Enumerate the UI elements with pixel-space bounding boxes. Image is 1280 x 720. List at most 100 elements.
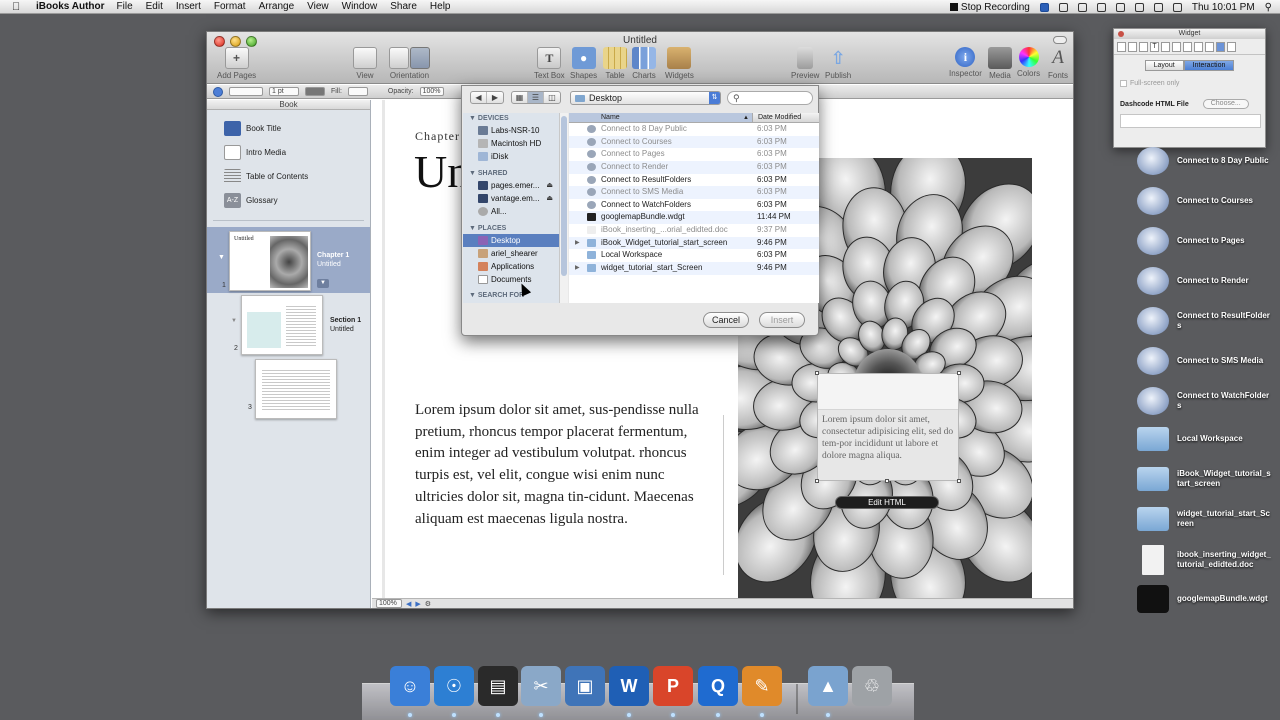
scroll-thumb[interactable]	[561, 116, 567, 276]
headphones-status-icon[interactable]	[1058, 2, 1068, 12]
tab-layout[interactable]: Layout	[1144, 60, 1184, 71]
desktop-item[interactable]: Connect to SMS Media	[1137, 347, 1277, 375]
sync-status-icon[interactable]	[1077, 2, 1087, 12]
qt-inspector-icon[interactable]	[1227, 41, 1236, 52]
desktop-item[interactable]: Connect to WatchFolders	[1137, 387, 1277, 415]
resize-handle[interactable]	[885, 479, 889, 483]
stroke-color-well[interactable]	[305, 87, 325, 96]
previous-page-icon[interactable]: ◀	[406, 600, 411, 608]
icon-view-icon[interactable]: ▦	[512, 92, 528, 103]
dashcode-file-field[interactable]	[1120, 114, 1261, 128]
name-column-header[interactable]: Name	[569, 113, 752, 123]
file-row[interactable]: Connect to SMS Media 6:03 PM	[569, 186, 819, 199]
line-style-popup[interactable]	[229, 87, 263, 96]
sidebar-device-labs[interactable]: Labs-NSR-10	[463, 124, 559, 137]
sidebar-shared-all[interactable]: All...	[463, 205, 559, 218]
dock-applications-stack-icon[interactable]: ▲	[808, 666, 848, 706]
desktop-item[interactable]: Connect to Render	[1137, 267, 1277, 295]
dock-final-cut-icon[interactable]: ▤	[478, 666, 518, 706]
layout-inspector-icon[interactable]	[1128, 41, 1137, 52]
time-machine-icon[interactable]	[1096, 2, 1106, 12]
text-box-button[interactable]: T Text Box	[534, 47, 565, 80]
zoom-popup[interactable]: 100%	[376, 599, 402, 608]
desktop-item[interactable]: Connect to 8 Day Public	[1137, 147, 1277, 175]
disclosure-triangle-icon[interactable]: ▼	[469, 115, 476, 122]
sidebar-item-table-of-contents[interactable]: Table of Contents	[207, 164, 370, 188]
dock-screenflow-icon[interactable]: ✂	[521, 666, 561, 706]
sidebar-item-glossary[interactable]: A-Z Glossary	[207, 188, 370, 212]
widget-inspector-icon[interactable]	[1216, 41, 1225, 52]
sidebar-place-documents[interactable]: Documents	[463, 273, 559, 286]
dropbox-status-icon[interactable]	[1039, 2, 1049, 12]
opacity-field[interactable]: 100%	[419, 87, 444, 96]
sidebar-scrollbar[interactable]	[559, 113, 568, 303]
table-inspector-icon[interactable]	[1183, 41, 1192, 52]
back-arrow-icon[interactable]: ◀	[471, 92, 487, 103]
dock-safari-icon[interactable]: ☉	[434, 666, 474, 706]
list-view-icon[interactable]: ☰	[528, 92, 544, 103]
file-row[interactable]: Connect to 8 Day Public 6:03 PM	[569, 123, 819, 136]
eject-icon[interactable]: ⏏	[546, 192, 553, 205]
body-text[interactable]: Lorem ipsum dolor sit amet, sus-pendisse…	[415, 400, 713, 530]
text-inspector-icon[interactable]: T	[1150, 41, 1159, 52]
dock-powerpoint-icon[interactable]: P	[653, 666, 693, 706]
shapes-button[interactable]: ● Shapes	[570, 47, 597, 80]
portrait-icon[interactable]	[389, 47, 409, 69]
search-field[interactable]: ⚲	[727, 91, 813, 105]
next-page-icon[interactable]: ▶	[415, 600, 420, 608]
menu-edit[interactable]: Edit	[146, 1, 163, 12]
desktop-item[interactable]: iBook_Widget_tutorial_start_screen	[1137, 467, 1277, 491]
close-icon[interactable]	[1118, 31, 1124, 37]
location-popup[interactable]: Desktop ⇅	[570, 91, 721, 105]
stop-recording-item[interactable]: Stop Recording	[949, 2, 1030, 13]
landscape-icon[interactable]	[410, 47, 430, 69]
file-row[interactable]: ▶ widget_tutorial_start_Screen 9:46 PM	[569, 262, 819, 275]
battery-icon[interactable]	[1172, 2, 1182, 12]
disclosure-triangle-icon[interactable]: ▶	[575, 262, 580, 275]
inspector-button[interactable]: i Inspector	[949, 47, 982, 78]
table-button[interactable]: Table	[603, 47, 627, 80]
desktop-item[interactable]: Local Workspace	[1137, 427, 1277, 451]
date-column-header[interactable]: Date Modified	[752, 113, 801, 122]
sidebar-chapter-1[interactable]: ▼ Untitled 1 Chapter 1 Untitled ▼	[207, 227, 370, 293]
widgets-button[interactable]: Widgets	[665, 47, 694, 80]
file-row[interactable]: Connect to Pages 6:03 PM	[569, 148, 819, 161]
sidebar-device-macintosh-hd[interactable]: Macintosh HD	[463, 137, 559, 150]
orientation-button[interactable]: Orientation	[389, 47, 430, 80]
cancel-button[interactable]: Cancel	[703, 312, 749, 328]
document-inspector-icon[interactable]	[1117, 41, 1126, 52]
dock-virtualbox-icon[interactable]: ▣	[565, 666, 605, 706]
desktop-item[interactable]: Connect to Pages	[1137, 227, 1277, 255]
stroke-style-icon[interactable]	[213, 86, 223, 97]
dock-ibooks-author-icon[interactable]: ✎	[742, 666, 782, 706]
eject-icon[interactable]: ⏏	[546, 179, 553, 192]
graphic-inspector-icon[interactable]	[1161, 41, 1170, 52]
dock-quicktime-icon[interactable]: Q	[698, 666, 738, 706]
file-row[interactable]: Connect to WatchFolders 6:03 PM	[569, 199, 819, 212]
sidebar-place-applications[interactable]: Applications	[463, 260, 559, 273]
menu-format[interactable]: Format	[214, 1, 246, 12]
menu-share[interactable]: Share	[390, 1, 417, 12]
menu-window[interactable]: Window	[342, 1, 378, 12]
desktop-item[interactable]: Connect to ResultFolders	[1137, 307, 1277, 335]
chapter-heading[interactable]: Chapter	[415, 129, 460, 144]
file-row[interactable]: Connect to ResultFolders 6:03 PM	[569, 174, 819, 187]
disclosure-triangle-icon[interactable]: ▼	[231, 318, 237, 324]
file-row[interactable]: iBook_inserting_...orial_edidted.doc 9:37…	[569, 224, 819, 237]
desktop-item[interactable]: ibook_inserting_widget_tutorial_edidted.…	[1137, 545, 1277, 575]
forward-arrow-icon[interactable]: ▶	[487, 92, 503, 103]
page-3-thumbnail[interactable]	[255, 359, 337, 419]
menu-arrange[interactable]: Arrange	[259, 1, 295, 12]
desktop-item[interactable]: Connect to Courses	[1137, 187, 1277, 215]
resize-handle[interactable]	[815, 371, 819, 375]
sidebar-item-book-title[interactable]: Book Title	[207, 116, 370, 140]
sidebar-shared-pages[interactable]: pages.emer... ⏏	[463, 179, 559, 192]
menu-view[interactable]: View	[307, 1, 329, 12]
sidebar-section-1[interactable]: ▼ 2 Section 1 Untitled	[207, 293, 370, 359]
menu-app-name[interactable]: iBooks Author	[36, 1, 105, 12]
dock-word-icon[interactable]: W	[609, 666, 649, 706]
disclosure-triangle-icon[interactable]: ▶	[575, 237, 580, 250]
menu-file[interactable]: File	[117, 1, 133, 12]
apple-menu-icon[interactable]: 	[12, 1, 26, 13]
preview-button[interactable]: Preview	[791, 47, 819, 80]
